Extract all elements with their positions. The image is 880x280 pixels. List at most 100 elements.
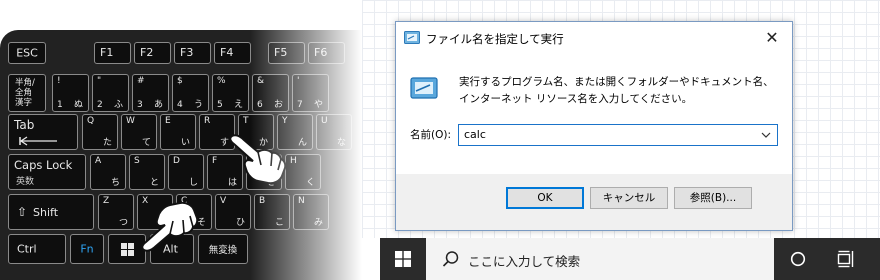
run-dialog: ファイル名を指定して実行 ✕ 実行するプログラム名、または開くフォルダーやドキュ… bbox=[395, 21, 793, 231]
key-d[interactable]: D し bbox=[168, 154, 204, 190]
key-kana: ん bbox=[297, 138, 307, 148]
cancel-button[interactable]: キャンセル bbox=[590, 187, 668, 209]
key-tab[interactable]: Tab bbox=[8, 114, 78, 150]
key-kana: や bbox=[313, 100, 323, 110]
start-button[interactable] bbox=[380, 238, 426, 280]
open-field-value[interactable]: calc bbox=[464, 128, 486, 141]
key-kana: お bbox=[273, 100, 283, 110]
key-u[interactable]: U な bbox=[316, 114, 352, 150]
key-f6[interactable]: F6 bbox=[308, 42, 345, 64]
key-kana: し bbox=[188, 178, 198, 188]
key-symbol: % bbox=[217, 76, 226, 86]
key-3[interactable]: # 3 あ bbox=[132, 74, 169, 112]
key-symbol: ! bbox=[57, 76, 61, 86]
task-view-icon bbox=[837, 250, 854, 268]
key-label: F1 bbox=[100, 46, 114, 59]
key-number: 2 bbox=[97, 100, 103, 110]
task-view-button[interactable] bbox=[822, 238, 870, 280]
key-muhenkan[interactable]: 無変換 bbox=[198, 234, 248, 264]
key-hankaku-zenkaku[interactable]: 半角/ 全角 漢字 bbox=[8, 74, 46, 112]
key-1[interactable]: ! 1 ぬ bbox=[52, 74, 89, 112]
open-combobox[interactable]: calc bbox=[458, 124, 778, 146]
key-number: 1 bbox=[57, 100, 63, 110]
key-letter: Z bbox=[103, 196, 110, 206]
key-kana: い bbox=[180, 138, 190, 148]
key-caps-lock[interactable]: Caps Lock 英数 bbox=[8, 154, 86, 190]
key-label: F5 bbox=[274, 46, 288, 59]
key-kana: う bbox=[193, 100, 203, 110]
cortana-circle-icon bbox=[790, 251, 806, 267]
key-kana: あ bbox=[153, 100, 163, 110]
key-number: 5 bbox=[217, 100, 223, 110]
key-s[interactable]: S と bbox=[129, 154, 165, 190]
key-label-line: 漢字 bbox=[15, 98, 33, 108]
key-label: Tab bbox=[14, 118, 35, 132]
key-v[interactable]: V ひ bbox=[215, 194, 251, 230]
key-b[interactable]: B こ bbox=[254, 194, 290, 230]
keyboard-illustration: ESC F1 F2 F3 F4 F5 F6 半角/ 全角 漢字 ! 1 ぬ " … bbox=[0, 0, 362, 280]
key-kana: ち bbox=[110, 178, 120, 188]
key-symbol: " bbox=[97, 76, 102, 86]
open-field-label: 名前(O): bbox=[410, 129, 451, 141]
key-kana: く bbox=[305, 178, 315, 188]
key-label-line: 半角/ bbox=[15, 78, 35, 88]
cortana-button[interactable] bbox=[774, 238, 822, 280]
key-5[interactable]: % 5 え bbox=[212, 74, 249, 112]
key-q[interactable]: Q た bbox=[82, 114, 118, 150]
key-symbol: # bbox=[137, 76, 145, 86]
key-kana: つ bbox=[118, 218, 128, 228]
tab-arrow-icon bbox=[19, 136, 57, 146]
dialog-title-bar[interactable]: ファイル名を指定して実行 ✕ bbox=[396, 22, 792, 54]
key-kana: ぬ bbox=[73, 100, 83, 110]
key-label-line: 全角 bbox=[15, 88, 33, 98]
ok-button[interactable]: OK bbox=[506, 187, 584, 209]
key-letter: H bbox=[290, 156, 297, 166]
key-f5[interactable]: F5 bbox=[268, 42, 305, 64]
key-kana: え bbox=[233, 100, 243, 110]
taskbar-search-box[interactable]: ここに入力して検索 bbox=[426, 238, 774, 280]
key-letter: D bbox=[173, 156, 180, 166]
windows-logo-icon bbox=[395, 251, 411, 267]
browse-button[interactable]: 参照(B)... bbox=[674, 187, 752, 209]
key-letter: Q bbox=[87, 116, 95, 126]
key-fn[interactable]: Fn bbox=[70, 234, 104, 264]
chevron-down-icon[interactable] bbox=[759, 127, 773, 143]
key-kana: こ bbox=[274, 218, 284, 228]
key-letter: S bbox=[134, 156, 140, 166]
key-e[interactable]: E い bbox=[160, 114, 196, 150]
key-kana: な bbox=[336, 138, 346, 148]
key-w[interactable]: W て bbox=[121, 114, 157, 150]
key-2[interactable]: " 2 ふ bbox=[92, 74, 129, 112]
key-label: 無変換 bbox=[208, 245, 238, 256]
key-label: F3 bbox=[180, 46, 194, 59]
key-f4[interactable]: F4 bbox=[214, 42, 251, 64]
key-6[interactable]: & 6 お bbox=[252, 74, 289, 112]
close-button[interactable]: ✕ bbox=[752, 22, 792, 54]
key-h[interactable]: H く bbox=[285, 154, 321, 190]
key-shift[interactable]: ⇧ Shift bbox=[8, 194, 94, 230]
key-f1[interactable]: F1 bbox=[94, 42, 131, 64]
key-7[interactable]: ' 7 や bbox=[292, 74, 329, 112]
key-label: F2 bbox=[140, 46, 154, 59]
dialog-description: 実行するプログラム名、または開くフォルダーやドキュメント名、インターネット リソ… bbox=[459, 76, 774, 105]
key-f2[interactable]: F2 bbox=[134, 42, 171, 64]
pointing-hand-icon bbox=[229, 134, 287, 185]
key-z[interactable]: Z つ bbox=[98, 194, 134, 230]
key-number: 4 bbox=[177, 100, 183, 110]
key-label: Shift bbox=[33, 206, 59, 219]
key-ctrl[interactable]: Ctrl bbox=[8, 234, 66, 264]
key-sublabel: 英数 bbox=[16, 177, 35, 187]
windows-logo-icon bbox=[121, 243, 134, 256]
key-esc[interactable]: ESC bbox=[8, 42, 46, 64]
run-icon bbox=[404, 31, 420, 44]
key-f3[interactable]: F3 bbox=[174, 42, 211, 64]
key-letter: W bbox=[126, 116, 135, 126]
taskbar: ここに入力して検索 bbox=[380, 238, 880, 280]
key-4[interactable]: $ 4 う bbox=[172, 74, 209, 112]
search-placeholder: ここに入力して検索 bbox=[468, 254, 581, 269]
key-kana: ふ bbox=[113, 100, 123, 110]
key-n[interactable]: N み bbox=[293, 194, 329, 230]
key-label: Ctrl bbox=[17, 242, 37, 256]
key-number: 6 bbox=[257, 100, 263, 110]
key-a[interactable]: A ち bbox=[90, 154, 126, 190]
